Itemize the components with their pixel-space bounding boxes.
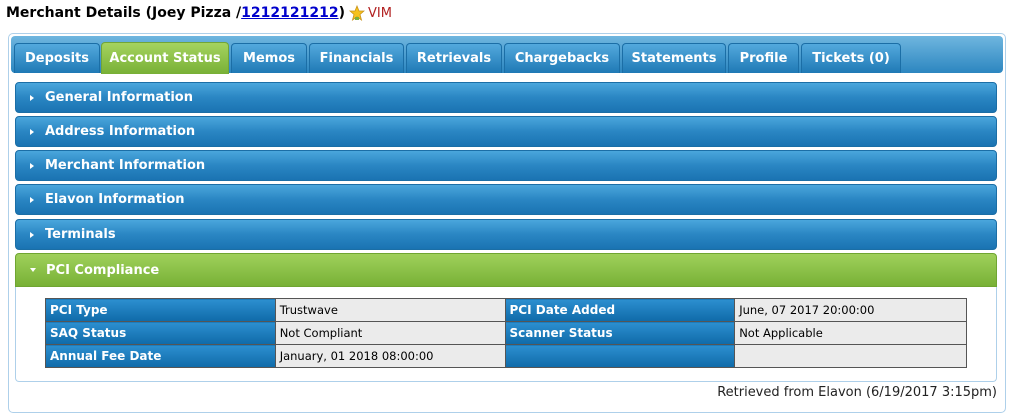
title-suffix: ) [338,5,345,21]
expand-arrow-icon [30,231,34,238]
tab-deposits[interactable]: Deposits [14,43,100,73]
empty-label-cell [504,344,736,368]
section-label: General Information [45,90,193,105]
table-row: SAQ Status Not Compliant Scanner Status … [45,321,967,345]
tab-account-status[interactable]: Account Status [101,42,229,74]
section-label: Terminals [45,227,116,242]
section-label: PCI Compliance [46,262,160,278]
section-label: Elavon Information [45,192,185,207]
section-address-information[interactable]: Address Information [15,116,997,147]
section-elavon-information[interactable]: Elavon Information [15,184,997,215]
title-prefix: Merchant Details (Joey Pizza / [6,5,242,21]
expand-arrow-icon [30,94,34,101]
section-label: Address Information [45,124,196,139]
merchant-details-panel: Deposits Account Status Memos Financials… [8,33,1006,413]
pci-compliance-content: PCI Type Trustwave PCI Date Added June, … [15,287,997,382]
tab-financials[interactable]: Financials [309,43,404,73]
tab-bar: Deposits Account Status Memos Financials… [11,36,1003,74]
pci-date-added-label: PCI Date Added [504,298,736,322]
star-icon [348,5,365,21]
section-general-information[interactable]: General Information [15,82,997,113]
expand-arrow-icon [30,162,34,169]
section-label: Merchant Information [45,158,206,173]
scanner-status-label: Scanner Status [504,321,736,345]
empty-value-cell [734,344,967,368]
table-row: Annual Fee Date January, 01 2018 08:00:0… [45,344,967,368]
pci-type-label: PCI Type [45,298,276,322]
expand-arrow-icon [30,196,34,203]
pci-type-value: Trustwave [274,298,506,322]
pci-date-added-value: June, 07 2017 20:00:00 [734,298,967,322]
tab-chargebacks[interactable]: Chargebacks [504,43,620,73]
pci-table: PCI Type Trustwave PCI Date Added June, … [45,298,967,368]
merchant-id-link[interactable]: 1212121212 [241,5,338,21]
tab-profile[interactable]: Profile [728,43,799,73]
tab-statements[interactable]: Statements [622,43,726,73]
retrieved-timestamp: Retrieved from Elavon (6/19/2017 3:15pm) [717,385,997,400]
annual-fee-date-value: January, 01 2018 08:00:00 [274,344,506,368]
scanner-status-value: Not Applicable [734,321,967,345]
table-row: PCI Type Trustwave PCI Date Added June, … [45,298,967,322]
section-pci-compliance[interactable]: PCI Compliance [15,253,997,287]
saq-status-label: SAQ Status [45,321,276,345]
expand-arrow-icon [30,128,34,135]
tab-memos[interactable]: Memos [231,43,307,73]
saq-status-value: Not Compliant [274,321,506,345]
collapse-arrow-icon [30,268,36,272]
section-terminals[interactable]: Terminals [15,219,997,250]
section-merchant-information[interactable]: Merchant Information [15,150,997,181]
tab-tickets[interactable]: Tickets (0) [801,43,901,73]
page-title: Merchant Details (Joey Pizza / 121212121… [6,3,392,23]
tab-retrievals[interactable]: Retrievals [406,43,502,73]
vim-label: VIM [367,5,392,21]
annual-fee-date-label: Annual Fee Date [45,344,276,368]
